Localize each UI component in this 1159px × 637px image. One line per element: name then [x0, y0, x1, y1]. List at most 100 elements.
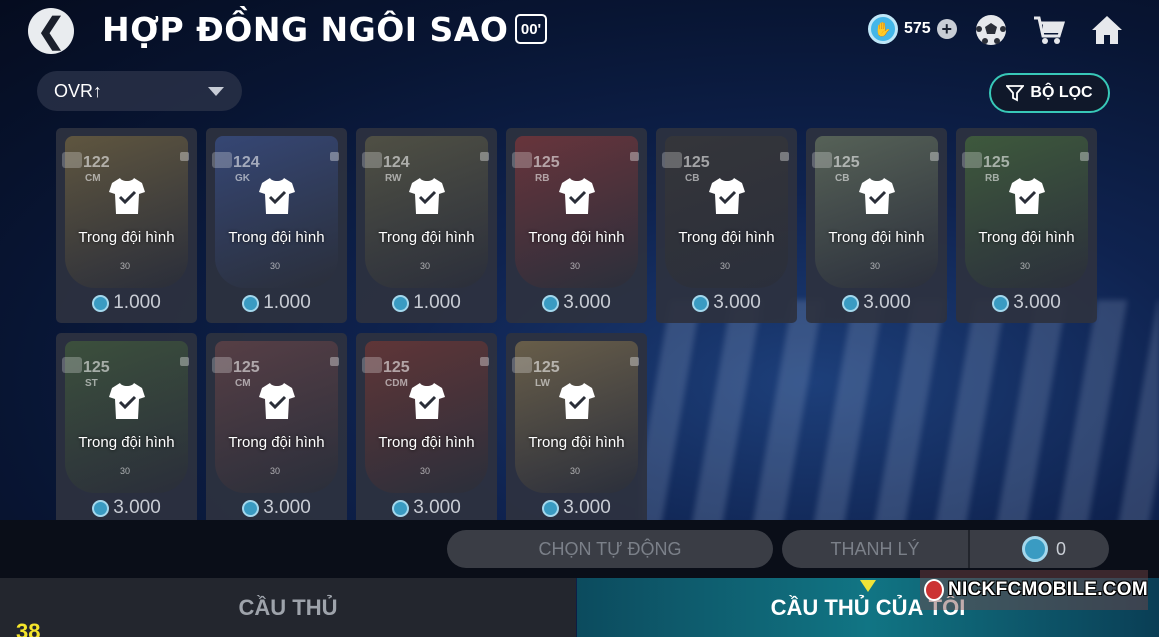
sell-button[interactable]: THANH LÝ 0	[782, 530, 1109, 568]
card-price-value: 3.000	[563, 292, 611, 313]
card-ovr: 122	[83, 154, 110, 171]
card-position: RW	[385, 173, 402, 184]
card-price: 3.000	[56, 497, 197, 519]
in-squad-label: Trong đội hình	[378, 229, 475, 246]
back-button[interactable]: ❮	[28, 8, 74, 54]
sort-select[interactable]: OVR↑	[37, 71, 242, 111]
shirt-check-icon	[409, 383, 445, 419]
card-level: 30	[570, 261, 581, 271]
card-ovr: 125	[383, 359, 410, 376]
filter-icon	[1006, 85, 1025, 102]
sell-count-value: 0	[1056, 538, 1067, 559]
player-card[interactable]: 125 CB 30 Trong đội hình 3.000	[806, 128, 947, 323]
corner-number: 38	[16, 619, 41, 637]
lock-icon	[480, 357, 489, 366]
card-price-value: 3.000	[1013, 292, 1061, 313]
card-position: CB	[835, 173, 850, 184]
card-ovr: 125	[533, 359, 560, 376]
player-card[interactable]: 124 GK 30 Trong đội hình 1.000	[206, 128, 347, 323]
lock-icon	[330, 357, 339, 366]
stadium-background	[640, 300, 1159, 530]
active-tab-marker-icon	[860, 580, 876, 592]
chemistry-badge-icon	[512, 357, 532, 373]
auto-select-button[interactable]: CHỌN TỰ ĐỘNG	[447, 530, 773, 568]
card-ovr: 125	[533, 154, 560, 171]
card-level: 30	[720, 261, 731, 271]
player-card[interactable]: 125 RB 30 Trong đội hình 3.000	[956, 128, 1097, 323]
card-price: 3.000	[506, 497, 647, 519]
card-position: RB	[985, 173, 1000, 184]
player-card[interactable]: 125 CDM 30 Trong đội hình 3.000	[356, 333, 497, 528]
in-squad-label: Trong đội hình	[678, 229, 775, 246]
player-card[interactable]: 125 CM 30 Trong đội hình 3.000	[206, 333, 347, 528]
watermark-text: NICKFCMOBILE.COM	[947, 579, 1148, 600]
card-price-value: 3.000	[413, 497, 461, 518]
shirt-check-icon	[109, 383, 145, 419]
fc-coin-icon	[1022, 536, 1048, 562]
filter-button[interactable]: BỘ LỌC	[989, 73, 1110, 113]
in-squad-label: Trong đội hình	[78, 434, 175, 451]
card-ovr: 125	[233, 359, 260, 376]
card-price-value: 3.000	[263, 497, 311, 518]
add-coin-button[interactable]: +	[936, 19, 957, 39]
fc-coin-icon	[542, 499, 560, 517]
shirt-check-icon	[559, 383, 595, 419]
card-level: 30	[120, 261, 131, 271]
card-position: CM	[235, 378, 251, 389]
shirt-check-icon	[559, 178, 595, 214]
player-card[interactable]: 124 RW 30 Trong đội hình 1.000	[356, 128, 497, 323]
sell-total: 0	[970, 536, 1066, 562]
fc-coin-icon	[392, 294, 410, 312]
card-ovr: 125	[983, 154, 1010, 171]
card-position: LW	[535, 378, 550, 389]
fc-coin-icon	[242, 499, 260, 517]
chemistry-badge-icon	[962, 152, 982, 168]
chevron-down-icon	[208, 87, 224, 96]
fc-coin-icon	[692, 294, 710, 312]
home-icon[interactable]	[1088, 12, 1126, 48]
chemistry-badge-icon	[362, 357, 382, 373]
player-card[interactable]: 125 CB 30 Trong đội hình 3.000	[656, 128, 797, 323]
card-ovr: 125	[833, 154, 860, 171]
card-level: 30	[420, 261, 431, 271]
lock-icon	[480, 152, 489, 161]
card-position: CB	[685, 173, 700, 184]
card-level: 30	[570, 466, 581, 476]
in-squad-label: Trong đội hình	[528, 434, 625, 451]
card-price-value: 3.000	[713, 292, 761, 313]
sell-label: THANH LÝ	[830, 538, 920, 559]
card-price: 3.000	[806, 292, 947, 314]
card-position: CDM	[385, 378, 408, 389]
card-price: 1.000	[56, 292, 197, 314]
chemistry-badge-icon	[212, 152, 232, 168]
shirt-check-icon	[409, 178, 445, 214]
card-position: RB	[535, 173, 550, 184]
football-icon[interactable]	[972, 12, 1010, 48]
shopping-cart-icon[interactable]	[1030, 12, 1068, 48]
in-squad-label: Trong đội hình	[978, 229, 1075, 246]
chemistry-badge-icon	[212, 357, 232, 373]
lock-icon	[330, 152, 339, 161]
in-squad-label: Trong đội hình	[378, 434, 475, 451]
shirt-check-icon	[1009, 178, 1045, 214]
chemistry-badge-icon	[512, 152, 532, 168]
card-position: CM	[85, 173, 101, 184]
player-card[interactable]: 125 ST 30 Trong đội hình 3.000	[56, 333, 197, 528]
tab-players[interactable]: CẦU THỦ	[0, 578, 576, 637]
player-card[interactable]: 122 CM 30 Trong đội hình 1.000	[56, 128, 197, 323]
card-price-value: 1.000	[413, 292, 461, 313]
player-card[interactable]: 125 RB 30 Trong đội hình 3.000	[506, 128, 647, 323]
player-card[interactable]: 125 LW 30 Trong đội hình 3.000	[506, 333, 647, 528]
fc-coin-icon	[542, 294, 560, 312]
chemistry-badge-icon	[62, 152, 82, 168]
lock-icon	[630, 152, 639, 161]
card-position: ST	[85, 378, 98, 389]
card-level: 30	[420, 466, 431, 476]
card-price: 3.000	[656, 292, 797, 314]
watermark-logo-icon	[924, 579, 944, 601]
card-price: 1.000	[206, 292, 347, 314]
watermark: NICKFCMOBILE.COM	[920, 570, 1148, 610]
lock-icon	[780, 152, 789, 161]
chemistry-badge-icon	[362, 152, 382, 168]
chemistry-badge-icon	[62, 357, 82, 373]
